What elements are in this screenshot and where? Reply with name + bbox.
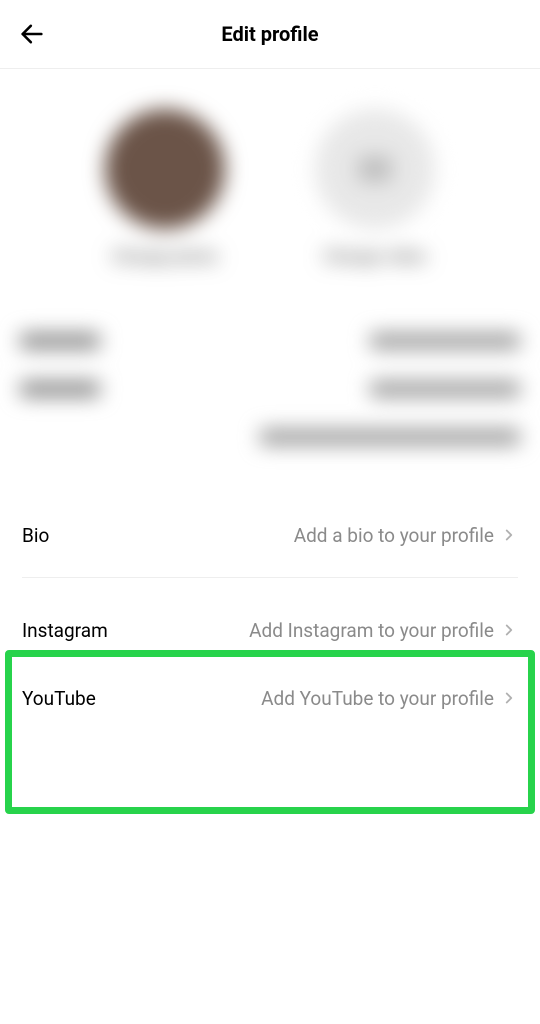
change-photo-label: Change photo <box>112 247 218 267</box>
profile-video-avatar <box>315 109 435 229</box>
bio-label: Bio <box>22 524 49 547</box>
username-row-blurred <box>20 365 520 413</box>
youtube-row[interactable]: YouTube Add YouTube to your profile <box>22 664 518 732</box>
arrow-left-icon <box>18 20 46 48</box>
bio-row[interactable]: Bio Add a bio to your profile <box>22 501 518 569</box>
section-divider <box>22 577 518 578</box>
instagram-placeholder: Add Instagram to your profile <box>249 619 494 642</box>
link-row-blurred <box>20 413 520 461</box>
instagram-label: Instagram <box>22 619 108 642</box>
change-video-block[interactable]: Change video <box>315 109 435 267</box>
bio-placeholder: Add a bio to your profile <box>294 524 494 547</box>
profile-photo-avatar <box>105 109 225 229</box>
name-row-blurred <box>20 317 520 365</box>
instagram-row[interactable]: Instagram Add Instagram to your profile <box>22 596 518 664</box>
blurred-profile-section: Change photo Change video <box>0 69 540 501</box>
page-title: Edit profile <box>221 22 318 46</box>
change-video-label: Change video <box>323 247 426 267</box>
back-button[interactable] <box>12 14 52 54</box>
youtube-label: YouTube <box>22 687 96 710</box>
chevron-right-icon <box>500 621 518 639</box>
chevron-right-icon <box>500 689 518 707</box>
youtube-placeholder: Add YouTube to your profile <box>261 687 494 710</box>
change-photo-block[interactable]: Change photo <box>105 109 225 267</box>
chevron-right-icon <box>500 526 518 544</box>
header: Edit profile <box>0 0 540 69</box>
